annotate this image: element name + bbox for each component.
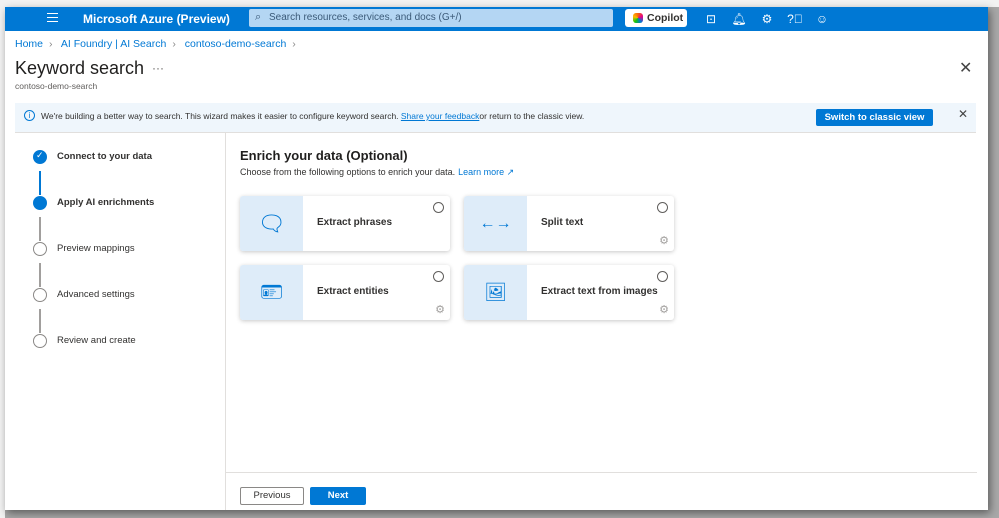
search-placeholder: Search resources, services, and docs (G+… [269, 12, 462, 23]
learn-more-link[interactable]: Learn more ↗ [458, 167, 514, 177]
settings-gear-icon[interactable]: ⚙ [759, 11, 775, 27]
breadcrumb-service[interactable]: contoso-demo-search [185, 38, 287, 50]
copilot-label: Copilot [647, 12, 684, 24]
step-pending-icon [33, 242, 47, 256]
radio-button[interactable] [657, 202, 668, 213]
breadcrumb: Home › AI Foundry | AI Search › contoso-de… [15, 38, 302, 50]
dismiss-banner-icon[interactable]: ✕ [958, 107, 968, 121]
copilot-logo-icon [633, 13, 643, 23]
search-icon: ⌕ [255, 11, 262, 23]
top-bar: Microsoft Azure (Preview) ⌕ Search resour… [5, 7, 988, 31]
cloud-shell-icon[interactable]: ⊡ [703, 11, 719, 27]
step-preview-mappings[interactable]: Preview mappings [23, 242, 203, 258]
previous-button[interactable]: Previous [240, 487, 304, 505]
card-label: Split text [541, 217, 584, 228]
card-label: Extract phrases [317, 217, 393, 228]
split-arrows-icon: ←→ [464, 196, 527, 251]
step-connector [39, 309, 41, 333]
footer-divider [226, 472, 977, 473]
step-label: Connect to your data [57, 151, 153, 162]
step-label: Advanced settings [57, 289, 135, 300]
step-pending-icon [33, 334, 47, 348]
copilot-button[interactable]: Copilot [625, 9, 687, 27]
step-connector [39, 171, 41, 195]
backdrop [0, 0, 999, 7]
switch-to-classic-button[interactable]: Switch to classic view [816, 109, 933, 126]
chevron-right-icon: › [292, 38, 296, 50]
wizard-steps-panel [15, 132, 226, 510]
step-connector [39, 263, 41, 287]
image-icon: 🖼︎ [464, 265, 527, 320]
feedback-icon[interactable]: ☺ [814, 11, 830, 27]
contact-card-icon: 🪪︎ [240, 265, 303, 320]
comment-icon: 🗨︎ [240, 196, 303, 251]
step-connector [39, 217, 41, 241]
radio-button[interactable] [657, 271, 668, 282]
close-page-icon[interactable]: ✕ [959, 58, 972, 78]
page-title: Keyword search [15, 58, 145, 78]
card-extract-text-images[interactable]: 🖼︎ Extract text from images ⚙ [464, 265, 674, 320]
step-apply-ai-enrichments[interactable]: Apply AI enrichments [23, 196, 203, 212]
global-search-input[interactable]: ⌕ Search resources, services, and docs (G… [249, 9, 613, 27]
portal-window: Microsoft Azure (Preview) ⌕ Search resour… [5, 7, 988, 510]
step-label: Preview mappings [57, 243, 135, 254]
step-review-create[interactable]: Review and create [23, 334, 203, 350]
description-text: Choose from the following options to enr… [240, 167, 456, 177]
card-extract-entities[interactable]: 🪪︎ Extract entities ⚙ [240, 265, 450, 320]
settings-gear-icon[interactable]: ⚙ [659, 303, 669, 316]
page-subtitle: contoso-demo-search [15, 81, 98, 91]
step-connect-data[interactable]: Connect to your data [23, 150, 203, 166]
step-current-icon [33, 196, 47, 210]
step-label: Review and create [57, 335, 136, 346]
notifications-bell-icon[interactable]: 🔔︎ [731, 11, 747, 27]
card-split-text[interactable]: ←→ Split text ⚙ [464, 196, 674, 251]
radio-button[interactable] [433, 271, 444, 282]
step-label: Apply AI enrichments [57, 197, 155, 208]
info-text-2: or return to the classic view. [479, 111, 585, 121]
settings-gear-icon[interactable]: ⚙ [659, 234, 669, 247]
chevron-right-icon: › [172, 38, 176, 50]
step-pending-icon [33, 288, 47, 302]
portal-title[interactable]: Microsoft Azure (Preview) [83, 12, 230, 26]
step-advanced-settings[interactable]: Advanced settings [23, 288, 203, 304]
help-icon[interactable]: ?⃝ [787, 11, 803, 27]
section-heading: Enrich your data (Optional) [240, 148, 408, 163]
breadcrumb-home[interactable]: Home [15, 38, 43, 50]
card-label: Extract entities [317, 286, 389, 297]
chevron-right-icon: › [49, 38, 53, 50]
info-icon: i [24, 110, 35, 121]
card-label: Extract text from images [541, 286, 658, 297]
step-complete-check-icon [33, 150, 47, 164]
share-feedback-link[interactable]: Share your feedback [401, 111, 479, 121]
next-button[interactable]: Next [310, 487, 366, 505]
breadcrumb-ai-foundry[interactable]: AI Foundry | AI Search [61, 38, 166, 50]
card-extract-phrases[interactable]: 🗨︎ Extract phrases [240, 196, 450, 251]
more-options-button[interactable]: ··· [152, 61, 164, 75]
info-text: We're building a better way to search. T… [41, 111, 401, 121]
hamburger-menu-icon[interactable] [47, 13, 58, 22]
settings-gear-icon[interactable]: ⚙ [435, 303, 445, 316]
radio-button[interactable] [433, 202, 444, 213]
section-description: Choose from the following options to enr… [240, 167, 514, 178]
